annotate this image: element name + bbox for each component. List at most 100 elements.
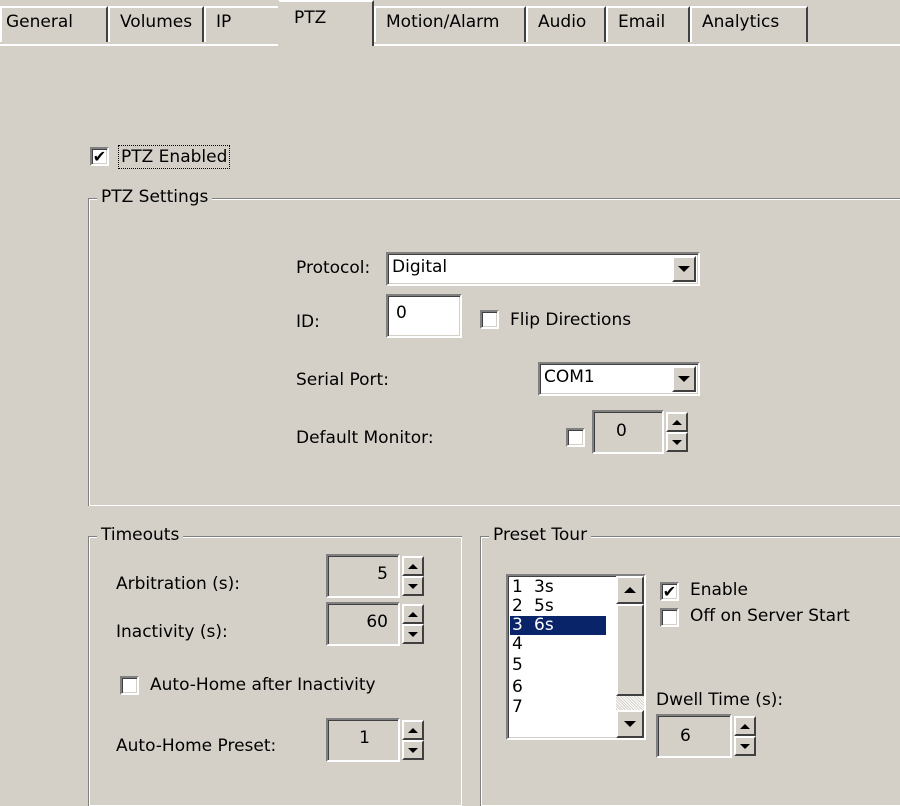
preset-time: 3s <box>534 577 554 597</box>
tab-label: PTZ <box>294 8 327 28</box>
auto-home-preset-field[interactable]: 1 <box>326 718 400 762</box>
flip-directions-checkbox[interactable] <box>480 310 499 329</box>
scroll-down-icon[interactable] <box>616 710 644 738</box>
tab-label: IP <box>216 12 232 32</box>
arbitration-label: Arbitration (s): <box>116 574 241 594</box>
ptz-enabled-checkbox[interactable]: ✔ <box>90 147 109 166</box>
tab-label: Audio <box>538 12 587 32</box>
list-item[interactable]: 5 <box>510 656 606 675</box>
dwell-time-spinner[interactable] <box>734 716 756 756</box>
default-monitor-label: Default Monitor: <box>296 428 434 448</box>
auto-home-checkbox[interactable] <box>120 676 139 695</box>
preset-number: 4 <box>512 634 523 654</box>
id-label: ID: <box>296 312 320 332</box>
preset-number: 5 <box>512 655 523 675</box>
tab-divider <box>0 44 900 46</box>
enable-checkbox[interactable]: ✔ <box>660 582 679 601</box>
dwell-time-field[interactable]: 6 <box>656 714 732 758</box>
list-item[interactable]: 7 <box>510 698 606 717</box>
checkbox-box[interactable] <box>120 676 139 695</box>
preset-time: 5s <box>534 596 554 616</box>
tab-motion-alarm[interactable]: Motion/Alarm <box>374 6 526 42</box>
spin-down-icon[interactable] <box>402 576 424 596</box>
id-input[interactable]: 0 <box>386 294 462 338</box>
auto-home-label: Auto-Home after Inactivity <box>150 675 376 695</box>
preset-number: 2 <box>512 596 523 616</box>
protocol-value: Digital <box>392 257 448 277</box>
list-item[interactable]: 6 <box>510 678 606 697</box>
list-item[interactable]: 2 5s <box>510 597 606 616</box>
spin-up-icon[interactable] <box>402 720 424 740</box>
list-scrollbar[interactable] <box>616 576 644 738</box>
spin-down-icon[interactable] <box>402 624 424 644</box>
inactivity-spinner[interactable] <box>402 604 424 644</box>
checkbox-box[interactable]: ✔ <box>90 147 109 166</box>
tab-analytics[interactable]: Analytics <box>690 6 808 42</box>
spin-up-icon[interactable] <box>666 412 688 432</box>
tab-audio[interactable]: Audio <box>526 6 606 42</box>
spin-up-icon[interactable] <box>734 716 756 736</box>
preset-tour-title: Preset Tour <box>489 525 592 545</box>
off-on-start-label: Off on Server Start <box>690 606 850 626</box>
checkbox-box[interactable]: ✔ <box>660 582 679 601</box>
tab-general[interactable]: General <box>0 6 108 42</box>
spin-up-icon[interactable] <box>402 604 424 624</box>
tab-ip[interactable]: IP <box>204 6 280 42</box>
checkbox-box[interactable] <box>480 310 499 329</box>
arbitration-spinner[interactable] <box>402 556 424 596</box>
tab-ptz[interactable]: PTZ <box>278 0 374 46</box>
auto-home-preset-spinner[interactable] <box>402 720 424 760</box>
scroll-up-icon[interactable] <box>616 576 644 604</box>
serial-port-value: COM1 <box>544 367 595 387</box>
timeouts-title: Timeouts <box>97 525 184 545</box>
default-monitor-value: 0 <box>616 421 627 441</box>
enable-label: Enable <box>690 580 748 600</box>
preset-number: 3 <box>512 615 523 635</box>
serial-port-label: Serial Port: <box>296 370 389 390</box>
spin-down-icon[interactable] <box>402 740 424 760</box>
tab-label: General <box>6 12 73 32</box>
spin-down-icon[interactable] <box>734 736 756 756</box>
checkbox-box[interactable] <box>660 608 679 627</box>
tab-label: Motion/Alarm <box>386 12 500 32</box>
serial-port-dropdown[interactable]: COM1 <box>538 362 700 396</box>
dwell-time-label: Dwell Time (s): <box>656 690 784 710</box>
ptz-settings-group: PTZ Settings <box>88 187 900 506</box>
list-item[interactable]: 1 3s <box>510 578 606 597</box>
dwell-time-value: 6 <box>680 726 691 746</box>
default-monitor-checkbox[interactable] <box>566 428 585 447</box>
scroll-thumb[interactable] <box>616 604 644 696</box>
tab-email[interactable]: Email <box>606 6 690 42</box>
tab-strip: General Volumes IP PTZ Motion/Alarm Audi… <box>0 0 900 46</box>
arbitration-value: 5 <box>377 564 388 584</box>
preset-time: 6s <box>534 615 554 635</box>
protocol-dropdown[interactable]: Digital <box>386 252 700 286</box>
default-monitor-spinner[interactable] <box>666 412 688 452</box>
default-monitor-field[interactable]: 0 <box>592 410 664 454</box>
flip-directions-label: Flip Directions <box>510 310 632 330</box>
list-item[interactable]: 4 <box>510 635 606 654</box>
tab-label: Volumes <box>120 12 193 32</box>
spin-down-icon[interactable] <box>666 432 688 452</box>
chevron-down-icon[interactable] <box>672 256 696 282</box>
inactivity-value: 60 <box>366 612 388 632</box>
ptz-enabled-label: PTZ Enabled <box>118 145 231 169</box>
tab-label: Analytics <box>702 12 780 32</box>
id-value: 0 <box>396 303 407 323</box>
tab-volumes[interactable]: Volumes <box>108 6 204 42</box>
list-item-selected[interactable]: 3 6s <box>510 616 606 635</box>
tab-label: Email <box>618 12 666 32</box>
chevron-down-icon[interactable] <box>672 366 696 392</box>
preset-number: 6 <box>512 677 523 697</box>
ptz-settings-title: PTZ Settings <box>97 187 213 207</box>
auto-home-preset-label: Auto-Home Preset: <box>116 736 277 756</box>
spin-up-icon[interactable] <box>402 556 424 576</box>
off-on-start-checkbox[interactable] <box>660 608 679 627</box>
inactivity-field[interactable]: 60 <box>326 602 400 646</box>
arbitration-field[interactable]: 5 <box>326 554 400 598</box>
preset-list[interactable]: 1 3s 2 5s 3 6s 4 5 6 7 <box>506 574 646 740</box>
auto-home-preset-value: 1 <box>359 728 370 748</box>
preset-number: 7 <box>512 697 523 717</box>
protocol-label: Protocol: <box>296 258 371 278</box>
checkbox-box[interactable] <box>566 428 585 447</box>
